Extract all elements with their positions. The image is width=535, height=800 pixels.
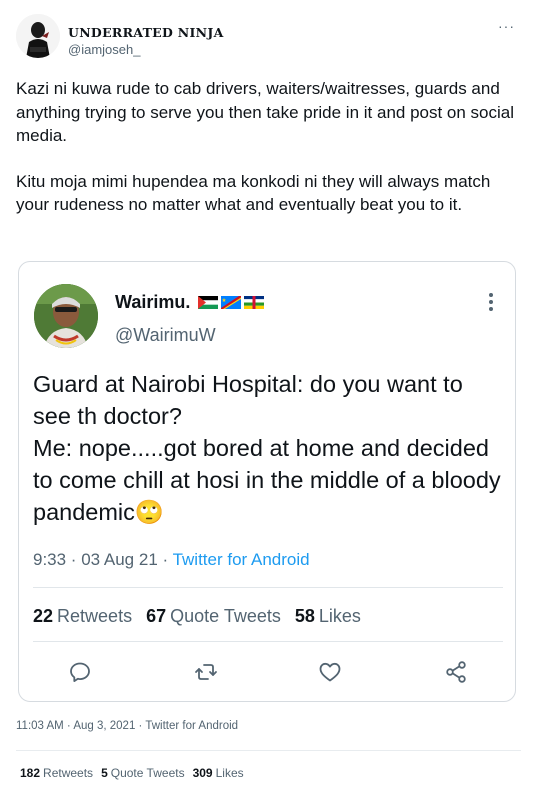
author-name[interactable]: UNDERRATED NINJA bbox=[68, 25, 224, 40]
tweet-source[interactable]: Twitter for Android bbox=[145, 720, 238, 732]
palestine-flag-icon bbox=[198, 293, 219, 309]
likes-stat[interactable]: 309 Likes bbox=[193, 766, 244, 780]
tweet-timestamp-row: 11:03 AM · Aug 3, 2021 · Twitter for And… bbox=[16, 720, 238, 732]
congo-flag-icon bbox=[221, 293, 242, 309]
quote-tweets-stat[interactable]: 5 Quote Tweets bbox=[101, 766, 185, 780]
quoted-likes-stat[interactable]: 58 Likes bbox=[295, 606, 361, 626]
divider bbox=[33, 587, 503, 588]
quoted-source-link[interactable]: Twitter for Android bbox=[173, 550, 310, 569]
quoted-author-name[interactable]: Wairimu. bbox=[115, 292, 190, 312]
like-icon[interactable] bbox=[315, 657, 345, 687]
tweet-engagement-stats: 182 Retweets 5 Quote Tweets 309 Likes bbox=[20, 766, 244, 780]
retweets-stat[interactable]: 182 Retweets bbox=[20, 766, 93, 780]
quoted-retweets-stat[interactable]: 22 Retweets bbox=[33, 606, 132, 626]
retweet-icon[interactable] bbox=[191, 657, 221, 687]
quoted-author-name-row[interactable]: Wairimu. bbox=[115, 292, 265, 313]
tweet-timestamp[interactable]: 11:03 AM · Aug 3, 2021 · bbox=[16, 720, 145, 732]
quoted-tweet-text: Guard at Nairobi Hospital: do you want t… bbox=[33, 368, 503, 528]
quoted-author-handle[interactable]: @WairimuW bbox=[115, 325, 216, 346]
quoted-text-line: Me: nope.....got bored at home and decid… bbox=[33, 435, 501, 525]
quoted-action-bar bbox=[19, 657, 517, 687]
quoted-engagement-stats: 22 Retweets 67 Quote Tweets 58 Likes bbox=[33, 606, 361, 627]
reply-icon[interactable] bbox=[65, 657, 95, 687]
quoted-tweet-card[interactable]: Wairimu. @WairimuW Guard at Nairobi Hosp… bbox=[18, 261, 516, 702]
author-avatar[interactable] bbox=[16, 14, 60, 58]
quoted-text-line: Guard at Nairobi Hospital: do you want t… bbox=[33, 371, 463, 429]
tweet-text: Kazi ni kuwa rude to cab drivers, waiter… bbox=[16, 77, 521, 239]
tweet-paragraph: Kazi ni kuwa rude to cab drivers, waiter… bbox=[16, 79, 515, 145]
quoted-more-options-icon[interactable] bbox=[489, 290, 495, 314]
quoted-quotes-stat[interactable]: 67 Quote Tweets bbox=[146, 606, 281, 626]
more-options-icon[interactable]: ··· bbox=[498, 18, 515, 34]
share-icon[interactable] bbox=[441, 657, 471, 687]
author-handle[interactable]: @iamjoseh_ bbox=[68, 42, 140, 57]
tweet-paragraph: Kitu moja mimi hupendea ma konkodi ni th… bbox=[16, 171, 491, 215]
quoted-timestamp-row: 9:33 · 03 Aug 21 · Twitter for Android bbox=[33, 550, 310, 570]
quoted-author-avatar[interactable] bbox=[34, 284, 98, 348]
central-african-republic-flag-icon bbox=[244, 293, 265, 309]
divider bbox=[33, 641, 503, 642]
tweet: UNDERRATED NINJA @iamjoseh_ ··· Kazi ni … bbox=[0, 0, 535, 800]
quoted-timestamp[interactable]: 9:33 · 03 Aug 21 · bbox=[33, 550, 173, 569]
divider bbox=[16, 750, 521, 751]
